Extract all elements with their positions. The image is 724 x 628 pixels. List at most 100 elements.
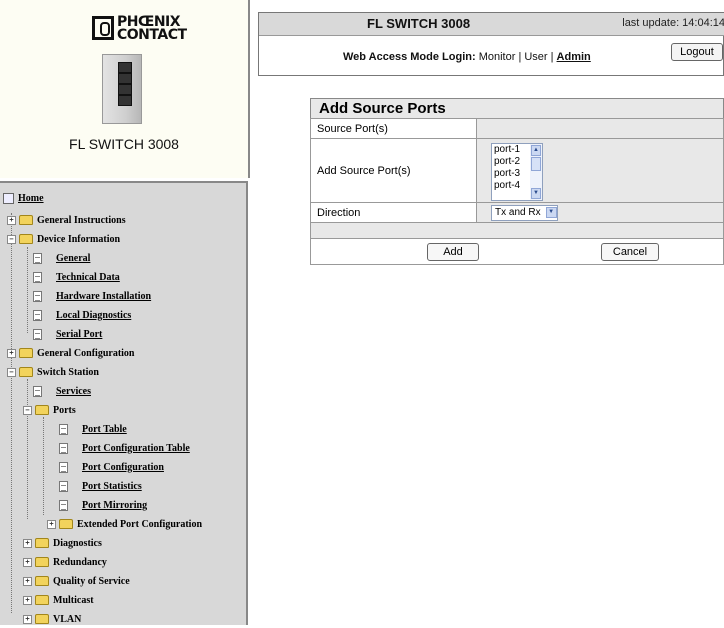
nav-item-port-mirroring[interactable]: Port Mirroring (59, 496, 147, 514)
last-update: last update: 14:04:14 (622, 17, 724, 29)
expand-icon[interactable]: + (23, 538, 32, 548)
cancel-button[interactable]: Cancel (601, 243, 659, 261)
nav-label: Switch Station (37, 366, 99, 378)
nav-item-local-diagnostics[interactable]: Local Diagnostics (33, 306, 131, 324)
nav-home[interactable]: Home (3, 189, 44, 207)
nav-link[interactable]: Port Configuration Table (82, 443, 190, 454)
page-icon (33, 385, 42, 397)
nav-item-port-configuration[interactable]: Port Configuration (59, 458, 164, 476)
nav-item-hardware-installation[interactable]: Hardware Installation (33, 287, 151, 305)
nav-link[interactable]: Port Statistics (82, 481, 142, 492)
add-source-ports-cell: port-1 port-2 port-3 port-4 ▲ ▼ (476, 138, 724, 203)
nav-device-information[interactable]: − Device Information (7, 230, 120, 248)
nav-item-technical-data[interactable]: Technical Data (33, 268, 120, 286)
switch-device-image (100, 54, 146, 126)
add-source-ports-label: Add Source Port(s) (310, 138, 477, 203)
listbox-scrollbar[interactable]: ▲ ▼ (530, 143, 542, 200)
nav-link[interactable]: Port Mirroring (82, 500, 147, 511)
login-modes[interactable]: Monitor | User | (479, 51, 557, 63)
page-icon (33, 290, 42, 302)
expand-icon[interactable]: + (23, 595, 32, 605)
nav-switch-station[interactable]: − Switch Station (7, 363, 99, 381)
folder-icon (59, 519, 73, 529)
open-folder-icon (19, 367, 33, 377)
chevron-down-icon[interactable]: ▼ (545, 207, 557, 218)
phoenix-contact-logo: PHŒNIX CONTACT (92, 14, 187, 44)
add-button[interactable]: Add (427, 243, 479, 261)
direction-select[interactable]: Tx and Rx ▼ (491, 204, 558, 221)
spacer-row (310, 222, 724, 239)
login-label: Web Access Mode Login: (343, 51, 476, 63)
nav-diagnostics[interactable]: + Diagnostics (23, 534, 102, 552)
nav-ports[interactable]: − Ports (23, 401, 76, 419)
nav-label: General Configuration (37, 347, 135, 359)
nav-link[interactable]: General (56, 253, 90, 264)
nav-multicast[interactable]: + Multicast (23, 591, 94, 609)
folder-icon (19, 215, 33, 225)
nav-item-general[interactable]: General (33, 249, 90, 267)
nav-item-serial-port[interactable]: Serial Port (33, 325, 102, 343)
title-bar: FL SWITCH 3008 last update: 14:04:14 (259, 13, 724, 36)
nav-link[interactable]: Local Diagnostics (56, 310, 131, 321)
direction-cell: Tx and Rx ▼ (476, 202, 724, 223)
folder-icon (35, 595, 49, 605)
button-row: Add Cancel (310, 238, 724, 265)
nav-link[interactable]: Services (56, 386, 91, 397)
expand-icon[interactable]: + (23, 557, 32, 567)
nav-item-port-table[interactable]: Port Table (59, 420, 127, 438)
nav-home-link[interactable]: Home (18, 193, 44, 204)
scroll-thumb[interactable] (531, 156, 541, 171)
navigation-tree: Home + General Instructions − Device Inf… (0, 181, 248, 625)
collapse-icon[interactable]: − (23, 405, 32, 415)
nav-link[interactable]: Hardware Installation (56, 291, 151, 302)
expand-icon[interactable]: + (23, 614, 32, 624)
expand-icon[interactable]: + (47, 519, 56, 529)
nav-label: General Instructions (37, 214, 126, 226)
folder-icon (35, 538, 49, 548)
form-table: Source Port(s) Add Source Port(s) port-1… (310, 118, 724, 265)
nav-link[interactable]: Technical Data (56, 272, 120, 283)
expand-icon[interactable]: + (7, 215, 16, 225)
nav-quality-of-service[interactable]: + Quality of Service (23, 572, 130, 590)
left-pane: PHŒNIX CONTACT FL SWITCH 3008 Home + Gen… (0, 0, 250, 625)
page-header: FL SWITCH 3008 last update: 14:04:14 Web… (258, 12, 724, 76)
logo-line-2: CONTACT (117, 27, 187, 43)
nav-item-services[interactable]: Services (33, 382, 91, 400)
scroll-up-icon[interactable]: ▲ (531, 144, 541, 156)
form-title: Add Source Ports (310, 98, 724, 118)
collapse-icon[interactable]: − (7, 367, 16, 377)
nav-redundancy[interactable]: + Redundancy (23, 553, 107, 571)
nav-label: Ports (53, 404, 76, 416)
nav-link[interactable]: Port Table (82, 424, 127, 435)
source-ports-label: Source Port(s) (310, 118, 477, 139)
nav-item-port-statistics[interactable]: Port Statistics (59, 477, 142, 495)
nav-label: Quality of Service (53, 575, 130, 587)
nav-item-port-configuration-table[interactable]: Port Configuration Table (59, 439, 190, 457)
nav-link[interactable]: Serial Port (56, 329, 102, 340)
collapse-icon[interactable]: − (7, 234, 16, 244)
home-icon (3, 192, 14, 204)
logout-button[interactable]: Logout (671, 43, 723, 61)
source-port-listbox[interactable]: port-1 port-2 port-3 port-4 ▲ ▼ (491, 142, 543, 201)
nav-extended-port-configuration[interactable]: + Extended Port Configuration (47, 515, 202, 533)
open-folder-icon (35, 405, 49, 415)
scroll-down-icon[interactable]: ▼ (531, 187, 541, 199)
add-source-ports-form: Add Source Ports Source Port(s) Add Sour… (310, 98, 724, 265)
expand-icon[interactable]: + (23, 576, 32, 586)
nav-label: Extended Port Configuration (77, 518, 202, 530)
nav-vlan[interactable]: + VLAN (23, 610, 81, 628)
nav-general-instructions[interactable]: + General Instructions (7, 211, 126, 229)
page-icon (33, 328, 42, 340)
folder-icon (35, 614, 49, 624)
nav-link[interactable]: Port Configuration (82, 462, 164, 473)
nav-label: VLAN (53, 613, 82, 625)
nav-label: Multicast (53, 594, 94, 606)
expand-icon[interactable]: + (7, 348, 16, 358)
folder-icon (35, 576, 49, 586)
direction-value: Tx and Rx (495, 207, 541, 218)
page-icon (59, 499, 68, 511)
admin-link[interactable]: Admin (557, 51, 591, 63)
direction-label: Direction (310, 202, 477, 223)
nav-label: Diagnostics (53, 537, 102, 549)
nav-general-configuration[interactable]: + General Configuration (7, 344, 135, 362)
